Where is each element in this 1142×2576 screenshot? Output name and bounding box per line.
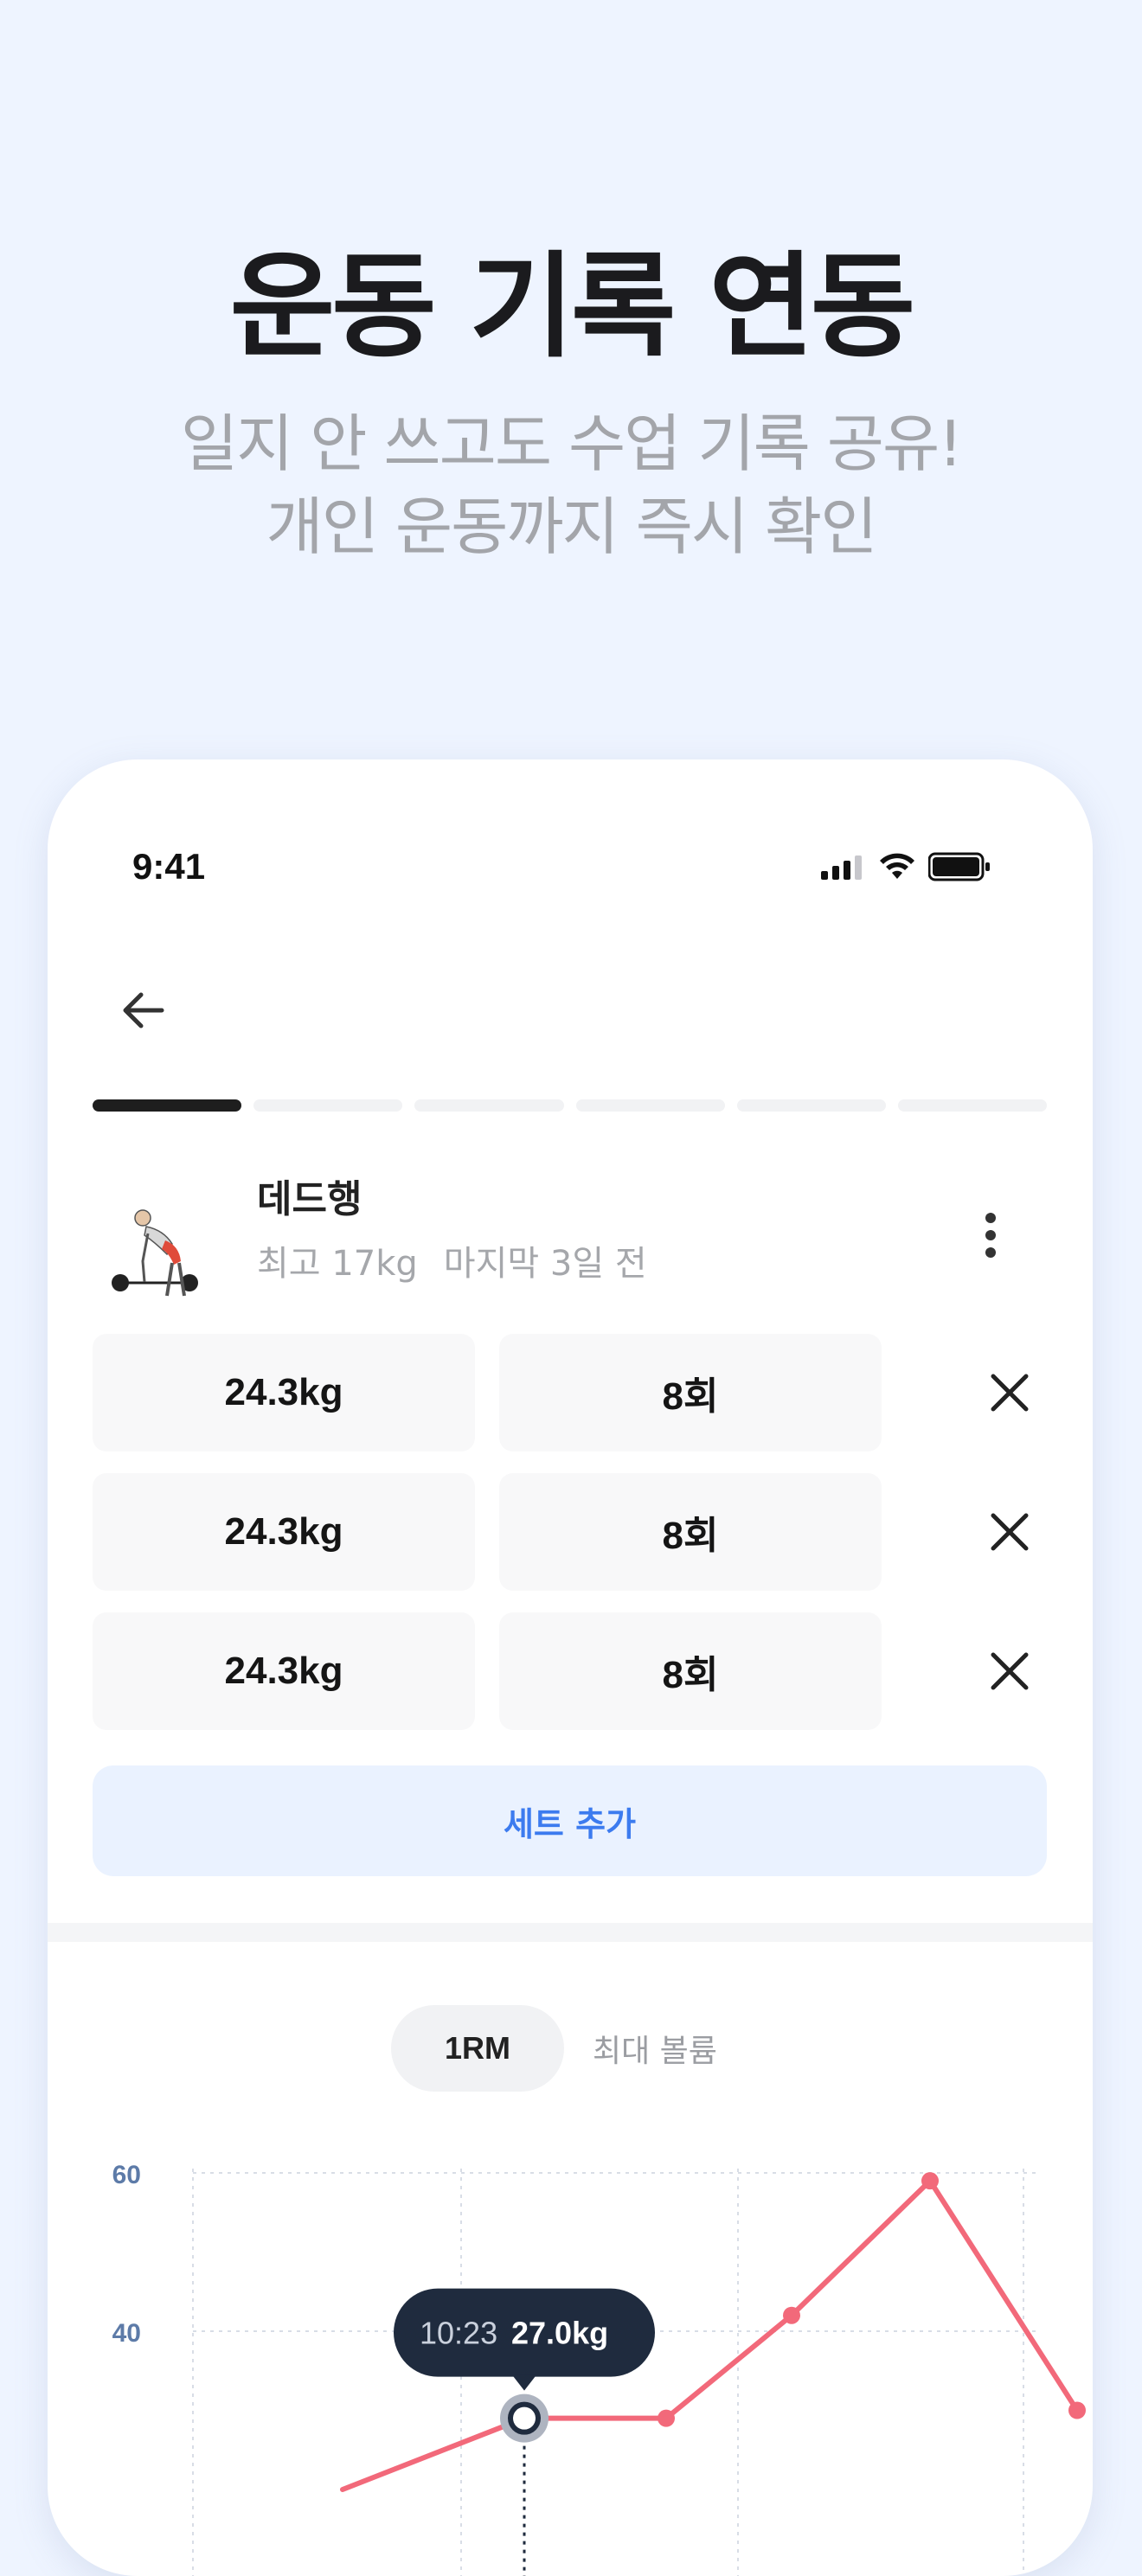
chart-y-tick-label: 60 [112, 2161, 141, 2189]
hero-title: 운동 기록 연동 [229, 240, 916, 374]
set-reps-input[interactable]: 8회 [499, 1612, 882, 1730]
progress-segment [414, 1099, 564, 1112]
chart-y-tick-label: 40 [112, 2319, 141, 2348]
close-icon [991, 1652, 1029, 1690]
chart-tooltip-arrow [512, 2374, 536, 2391]
set-weight-input[interactable]: 24.3kg [93, 1612, 475, 1730]
signal-icon [821, 855, 862, 880]
tab-1rm[interactable]: 1RM [391, 2005, 564, 2092]
progress-segment [253, 1099, 403, 1112]
exercise-last: 마지막 3일 전 [443, 1244, 647, 1284]
status-icons [821, 851, 991, 882]
chart-data-point [921, 2172, 939, 2190]
more-options-button[interactable] [956, 1201, 1025, 1270]
set-reps-input[interactable]: 8회 [499, 1334, 882, 1451]
battery-icon [928, 852, 990, 881]
exercise-best: 최고 17kg [257, 1244, 418, 1284]
exercise-name: 데드행 [257, 1177, 362, 1221]
delete-set-button[interactable] [975, 1497, 1044, 1567]
chart-tooltip-value: 27.0kg [511, 2316, 608, 2351]
delete-set-button[interactable] [975, 1358, 1044, 1427]
hero-subtitle-line2: 개인 운동까지 즉시 확인 [266, 490, 877, 563]
progress-bar [93, 1099, 1048, 1112]
set-row: 24.3kg 8회 [93, 1612, 1047, 1730]
set-weight-input[interactable]: 24.3kg [93, 1334, 475, 1451]
set-weight-input[interactable]: 24.3kg [93, 1473, 475, 1591]
set-row: 24.3kg 8회 [93, 1473, 1047, 1591]
progress-segment [575, 1099, 725, 1112]
hero-subtitle: 일지 안 쓰고도 수업 기록 공유! 개인 운동까지 즉시 확인 [0, 402, 1142, 568]
set-reps-input[interactable]: 8회 [499, 1473, 882, 1591]
delete-set-button[interactable] [975, 1637, 1044, 1706]
chart-data-point [658, 2409, 675, 2427]
more-vertical-icon [985, 1213, 996, 1223]
chart-data-point [783, 2306, 800, 2324]
wifi-icon [880, 853, 914, 879]
one-rm-line-chart: 60 40 10:23 27.0kg [112, 2161, 1086, 2576]
set-row: 24.3kg 8회 [93, 1334, 1047, 1451]
chart-highlight-point [508, 2401, 541, 2435]
progress-segment [93, 1099, 242, 1112]
tab-max-volume[interactable]: 최대 볼륨 [593, 2005, 717, 2092]
progress-segment [897, 1099, 1048, 1112]
status-time: 9:41 [132, 846, 206, 887]
section-divider [48, 1923, 1093, 1942]
progress-segment [736, 1099, 886, 1112]
phone-mockup: 9:41 데드행 최고 17kg 마지막 3일 전 24.3kg 8회 24.3… [48, 759, 1093, 2576]
exercise-thumbnail [112, 1209, 198, 1297]
close-icon [991, 1374, 1029, 1412]
chart-tooltip-time: 10:23 [420, 2316, 497, 2351]
hero-subtitle-line1: 일지 안 쓰고도 수업 기록 공유! [180, 407, 963, 480]
close-icon [991, 1513, 1029, 1551]
chart-data-point [1068, 2401, 1086, 2419]
arrow-left-icon [123, 992, 164, 1028]
back-button[interactable] [108, 976, 177, 1045]
exercise-meta: 최고 17kg 마지막 3일 전 [257, 1235, 647, 1285]
add-set-button[interactable]: 세트 추가 [93, 1765, 1047, 1876]
